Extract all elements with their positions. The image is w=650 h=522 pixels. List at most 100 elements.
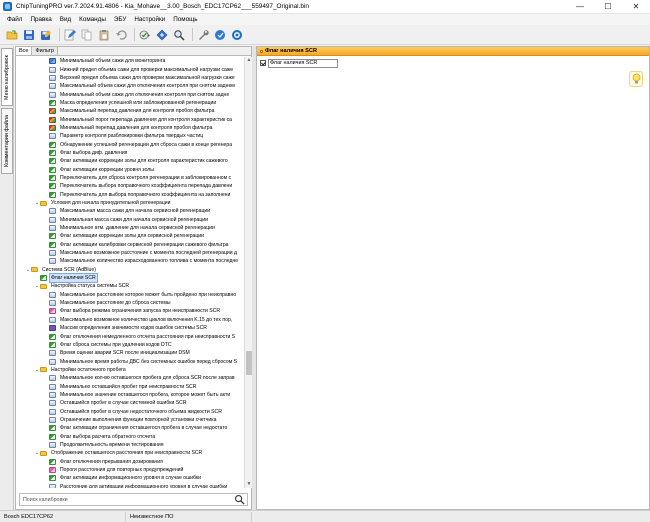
tree-item[interactable]: Минимальное кол-во оставшегося пробега д… [16, 374, 243, 382]
tree-scrollbar[interactable]: ▲ ▼ [244, 57, 252, 488]
tree-item-label: Максимальный перепад давления для контро… [60, 108, 215, 115]
menu-help[interactable]: Помощь [169, 16, 201, 23]
tree-item[interactable]: Флаг наличия SCR [16, 273, 243, 284]
flag-icon [49, 475, 56, 482]
tree-item[interactable]: Флаг активации коррекции золы для контро… [16, 157, 243, 165]
tab-filter[interactable]: Фильтр [32, 47, 58, 55]
tree-item[interactable]: Минимальный объем сажи для мониторинга [16, 57, 243, 65]
tree-item[interactable]: Максимально возможное расстояние с момен… [16, 249, 243, 257]
tree-item[interactable]: Оставшийся пробег в случае системной оши… [16, 399, 243, 407]
tree-folder[interactable]: ⌄ Настройки остаточного пробега [16, 366, 243, 374]
paste-button[interactable] [97, 28, 111, 42]
info-button[interactable] [213, 28, 227, 42]
tree-item[interactable]: Флаг выбора расчета обратного отсчета [16, 432, 243, 440]
open-button[interactable] [5, 28, 19, 42]
tree-item[interactable]: Флаг активации коррекции уровня золы [16, 165, 243, 173]
tree-item[interactable]: Минимальный объем сажи для отключения ко… [16, 90, 243, 98]
tree-item-label: Флаг выбора расчета обратного отсчета [60, 433, 156, 440]
tree-item[interactable]: Максимальное расстояние которое может бы… [16, 291, 243, 299]
tree-item[interactable]: Флаг выбора режима ограничения запуска п… [16, 307, 243, 315]
tree-item[interactable]: Маска определения успешной или заблокиро… [16, 99, 243, 107]
search-icon[interactable] [234, 494, 245, 505]
axis-icon [49, 358, 56, 365]
undo-button[interactable] [114, 28, 128, 42]
tab-all[interactable]: Все [16, 47, 33, 55]
tab-file-comments[interactable]: Комментарии файла [1, 108, 13, 174]
tree-item[interactable]: Минимальный перепад давления для контрол… [16, 124, 243, 132]
tab-calibration-menu[interactable]: Меню калибровок [1, 48, 13, 106]
tree-item[interactable]: Флаг отключения немедленного отсчета рас… [16, 332, 243, 340]
tree-item[interactable]: Максимальное количество израсходованного… [16, 257, 243, 265]
save-as-button[interactable] [39, 28, 53, 42]
maximize-button[interactable]: ☐ [594, 0, 622, 14]
tree-item[interactable]: Максимально возможное количество циклов … [16, 316, 243, 324]
tree-item[interactable]: Флаг активации ограничения оставшегося п… [16, 424, 243, 432]
tree-item[interactable]: Минимальное значение оставшегося пробега… [16, 391, 243, 399]
tree-item[interactable]: Максимальная масса сажи для начала серви… [16, 207, 243, 215]
axis-icon [49, 74, 56, 81]
tree-item[interactable]: Верхний предел объема сажи для проверки … [16, 74, 243, 82]
menu-view[interactable]: Вид [56, 16, 75, 23]
axis-icon [49, 483, 56, 488]
tree-item[interactable]: Максимальное расстояние до сброса систем… [16, 299, 243, 307]
axis-icon [49, 441, 56, 448]
flag-checkbox[interactable] [260, 60, 266, 66]
tools-button[interactable] [196, 28, 210, 42]
tree-item[interactable]: Минимальная масса сажи для начала сервис… [16, 216, 243, 224]
menu-ecu[interactable]: ЭБУ [110, 16, 131, 23]
tree-item[interactable]: Переключатель выбора поправочного коэффи… [16, 182, 243, 190]
tree-folder[interactable]: ⌄ Условия для начала принудительной реген… [16, 199, 243, 207]
tree-item[interactable]: Переключатель для сброса контроля регене… [16, 174, 243, 182]
pink-icon [49, 467, 56, 474]
tree-item[interactable]: Параметр контроля разблокировки фильтра … [16, 132, 243, 140]
flag-checkbox-label[interactable]: Флаг наличия SCR [268, 58, 339, 68]
checksum-button[interactable] [138, 28, 152, 42]
copy-button[interactable] [80, 28, 94, 42]
hint-lightbulb-icon[interactable] [629, 71, 643, 87]
tree-item[interactable]: Нижний предел объема сажи для проверки м… [16, 65, 243, 73]
menu-commands[interactable]: Команды [75, 16, 110, 23]
compare-button[interactable] [155, 28, 169, 42]
tree-item[interactable]: Максимальный объем сажи для отключения к… [16, 82, 243, 90]
tree-item[interactable]: Массив определения значимости кодов ошиб… [16, 324, 243, 332]
tree-item[interactable]: Минимально оставшийся пробег при неиспра… [16, 382, 243, 390]
menu-edit[interactable]: Правка [26, 16, 55, 23]
tree-item[interactable]: Минимальное атм. давление для начала сер… [16, 224, 243, 232]
tree-item[interactable]: Минимальное время работы ДВС без системн… [16, 357, 243, 365]
tree-item[interactable]: Максимальный перепад давления для контро… [16, 107, 243, 115]
tree-item[interactable]: Флаг выбора диф. давления [16, 149, 243, 157]
tree-item[interactable]: Пороги расстояния для повторных предупре… [16, 466, 243, 474]
tree-item-label: Флаг сброса системы при удалении кодов D… [60, 341, 172, 348]
menu-settings[interactable]: Настройки [130, 16, 169, 23]
tree-item[interactable]: Флаг сброса системы при удалении кодов D… [16, 341, 243, 349]
tree-folder[interactable]: ⌄ Система SCR (AdBlue) [16, 266, 243, 274]
tree-item[interactable]: Продолжительность времени тестирования [16, 441, 243, 449]
save-button[interactable] [22, 28, 36, 42]
tree-item[interactable]: Расстояние для активации информационного… [16, 483, 243, 488]
tree-item[interactable]: Флаг активации калибровки сервисной реге… [16, 241, 243, 249]
minimize-button[interactable]: — [566, 0, 594, 14]
tree-item[interactable]: Ограничение выполнения функции повторной… [16, 416, 243, 424]
tree-item[interactable]: Обнаружение успешной регенерации для сбр… [16, 140, 243, 148]
tree-folder[interactable]: ⌄ Отображение оставшегося расстояния при … [16, 449, 243, 457]
tree-item[interactable]: Флаг активации коррекции золы для сервис… [16, 232, 243, 240]
search-button[interactable] [172, 28, 186, 42]
menu-file[interactable]: Файл [3, 16, 26, 23]
tree-item[interactable]: Переключатель для выбора поправочного ко… [16, 191, 243, 199]
calibration-search[interactable]: Поиск калибровки [19, 493, 248, 506]
tree-item[interactable]: Флаг активации информационного уровня в … [16, 474, 243, 482]
calibration-tree[interactable]: Минимальный объем сажи для мониторинга Ни… [16, 57, 243, 488]
tree-item[interactable]: Минимальный порог перепада давления для … [16, 115, 243, 123]
tree-item[interactable]: Время оценки аварии SCR после инициализа… [16, 349, 243, 357]
tree-folder[interactable]: ⌄ Настройка статуса системы SCR [16, 282, 243, 290]
close-button[interactable]: ✕ [622, 0, 650, 14]
tree-item[interactable]: Флаг отключения прерывания дозирования [16, 458, 243, 466]
search-input[interactable]: Поиск калибровки [20, 497, 234, 503]
save-as-icon [41, 29, 51, 40]
edit-button[interactable] [63, 28, 77, 42]
tree-item[interactable]: Оставшийся пробег в случае недостаточног… [16, 407, 243, 415]
help-button[interactable] [230, 28, 244, 42]
flag-checkbox-row[interactable]: Флаг наличия SCR [260, 58, 649, 68]
menu-bar: Файл Правка Вид Команды ЭБУ Настройки По… [0, 14, 650, 25]
copy-icon [81, 29, 92, 40]
